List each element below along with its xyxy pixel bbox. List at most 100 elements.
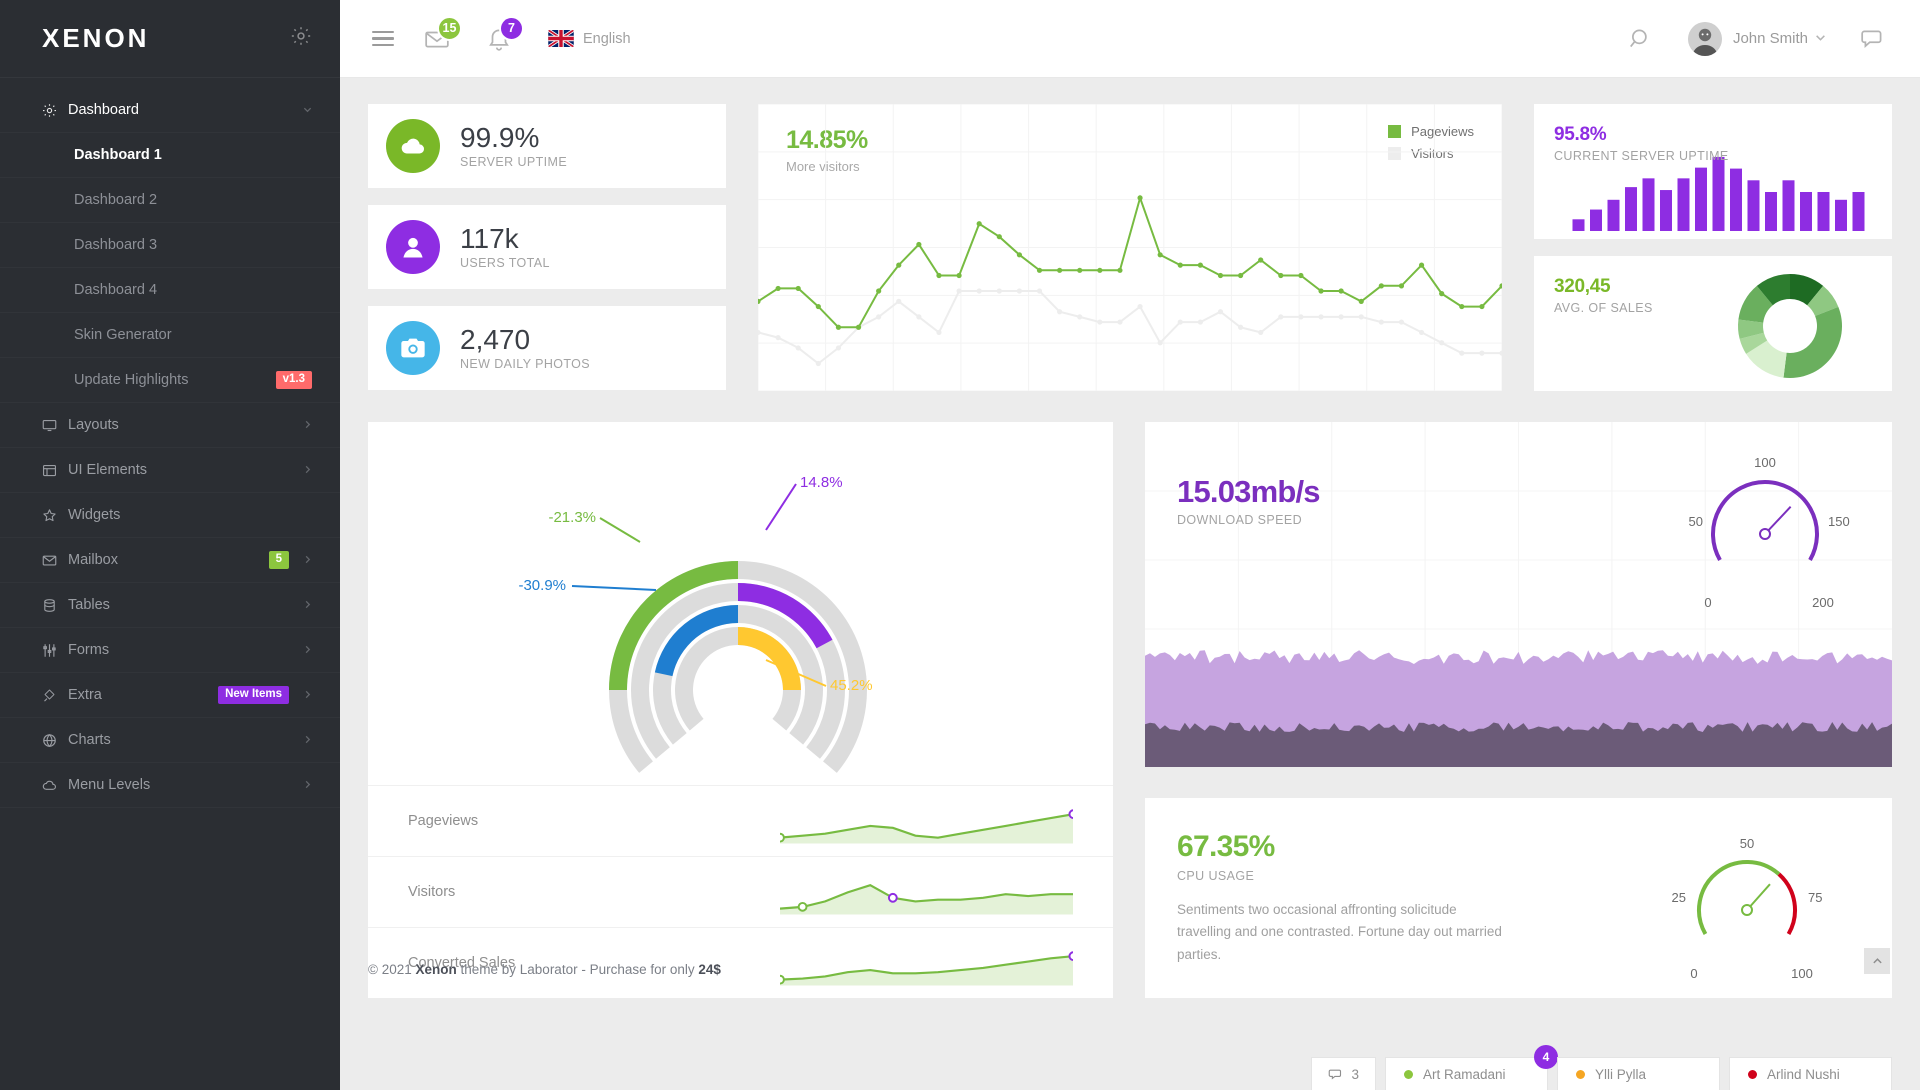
messages-count-badge: 15 xyxy=(437,16,462,41)
star-icon xyxy=(42,508,68,523)
extra-new-items-badge: New Items xyxy=(218,686,289,704)
navbar-right-group: John Smith xyxy=(1628,22,1886,56)
envelope-icon xyxy=(42,553,68,568)
chevron-right-icon xyxy=(303,733,312,747)
footer-brand: Xenon xyxy=(415,962,456,977)
stat-tile-new-daily-photos[interactable]: 2,470 NEW DAILY PHOTOS xyxy=(368,306,726,390)
uk-flag-icon xyxy=(548,30,574,47)
sidebar-subitem-dashboard-1[interactable]: Dashboard 1 xyxy=(0,133,340,178)
svg-text:-21.3%: -21.3% xyxy=(548,509,596,526)
sidebar-item-tables[interactable]: Tables xyxy=(0,583,340,628)
sidebar-item-ui-elements[interactable]: UI Elements xyxy=(0,448,340,493)
dashboard-row-1: 99.9% SERVER UPTIME 117k USERS TOTAL xyxy=(368,104,1892,391)
window-icon xyxy=(42,463,68,478)
sidebar-item-menu-levels[interactable]: Menu Levels xyxy=(0,763,340,808)
footer-middle: theme by Laborator - Purchase for only xyxy=(457,962,699,977)
avg-sales-card[interactable]: 320,45 AVG. OF SALES xyxy=(1534,256,1892,391)
spark-row-pageviews[interactable]: Pageviews xyxy=(368,785,1113,856)
language-selector[interactable]: English xyxy=(548,30,631,47)
spark-label: Pageviews xyxy=(408,813,780,829)
performance-column: 15.03mb/s DOWNLOAD SPEED 050100150200 67… xyxy=(1145,422,1892,998)
gear-icon xyxy=(42,103,68,118)
svg-text:25: 25 xyxy=(1672,890,1686,905)
spark-label: Visitors xyxy=(408,884,780,900)
notifications-count-badge: 7 xyxy=(499,16,524,41)
stat-tile-server-uptime[interactable]: 99.9% SERVER UPTIME xyxy=(368,104,726,188)
user-name-label: John Smith xyxy=(1733,30,1808,47)
stat-value: 2,470 xyxy=(460,325,590,354)
database-icon xyxy=(42,598,68,613)
chevron-right-icon xyxy=(303,643,312,657)
stat-tiles-column: 99.9% SERVER UPTIME 117k USERS TOTAL xyxy=(368,104,726,391)
chat-count: 3 xyxy=(1351,1067,1359,1082)
download-speed-card[interactable]: 15.03mb/s DOWNLOAD SPEED 050100150200 xyxy=(1145,422,1892,767)
sidebar-item-label: Extra xyxy=(68,687,218,703)
sidebar-item-label: Charts xyxy=(68,732,303,748)
stat-tile-users-total[interactable]: 117k USERS TOTAL xyxy=(368,205,726,289)
stat-label: SERVER UPTIME xyxy=(460,155,567,169)
chevron-right-icon xyxy=(303,778,312,792)
notifications-button[interactable]: 7 xyxy=(486,26,512,52)
cloud-icon xyxy=(386,119,440,173)
chevron-up-icon xyxy=(1872,956,1883,967)
sidebar-subitem-label: Dashboard 1 xyxy=(74,147,312,163)
stat-label: USERS TOTAL xyxy=(460,256,550,270)
sidebar-item-label: Mailbox xyxy=(68,552,269,568)
messages-button[interactable]: 15 xyxy=(424,26,450,52)
kite-icon xyxy=(42,688,68,703)
sidebar-subitem-dashboard-4[interactable]: Dashboard 4 xyxy=(0,268,340,313)
hamburger-icon xyxy=(372,27,394,51)
sidebar-toggle-button[interactable] xyxy=(372,27,394,51)
sidebar-nav: Dashboard Dashboard 1 Dashboard 2 Dashbo… xyxy=(0,78,340,808)
top-navbar: 15 7 English xyxy=(340,0,1920,78)
sidebar-subitem-update-highlights[interactable]: Update Highlights v1.3 xyxy=(0,358,340,403)
sidebar-item-forms[interactable]: Forms xyxy=(0,628,340,673)
sliders-icon xyxy=(42,643,68,658)
sidebar-item-label: Tables xyxy=(68,597,303,613)
sidebar-item-charts[interactable]: Charts xyxy=(0,718,340,763)
stat-value: 99.9% xyxy=(460,123,567,152)
radial-stats-panel: -21.3%14.8%-30.9%45.2% Pageviews Visitor… xyxy=(368,422,1113,998)
sidebar-subitem-dashboard-2[interactable]: Dashboard 2 xyxy=(0,178,340,223)
svg-text:50: 50 xyxy=(1689,514,1703,529)
stat-value: 117k xyxy=(460,224,550,253)
server-uptime-card[interactable]: 95.8% CURRENT SERVER UPTIME xyxy=(1534,104,1892,239)
chevron-right-icon xyxy=(303,598,312,612)
status-dot xyxy=(1748,1070,1757,1079)
chat-contact-ylli-pylla[interactable]: Ylli Pylla xyxy=(1557,1057,1720,1090)
mailbox-count-badge: 5 xyxy=(269,551,289,569)
user-menu[interactable]: John Smith xyxy=(1688,22,1826,56)
sidebar-item-dashboard[interactable]: Dashboard xyxy=(0,88,340,133)
svg-text:50: 50 xyxy=(1740,836,1754,851)
svg-text:0: 0 xyxy=(1704,595,1711,610)
chat-contact-arlind-nushi[interactable]: Arlind Nushi xyxy=(1729,1057,1892,1090)
chat-bubble-icon xyxy=(1328,1067,1343,1082)
camera-icon xyxy=(386,321,440,375)
visitors-chart-canvas xyxy=(758,104,1502,391)
uptime-value: 95.8% xyxy=(1554,124,1892,146)
sidebar-subitem-skin-generator[interactable]: Skin Generator xyxy=(0,313,340,358)
chat-contact-art-ramadani[interactable]: Art Ramadani 4 xyxy=(1385,1057,1548,1090)
sidebar-item-label: Menu Levels xyxy=(68,777,303,793)
chat-count-tab[interactable]: 3 xyxy=(1311,1057,1376,1090)
sidebar-item-layouts[interactable]: Layouts xyxy=(0,403,340,448)
download-label: DOWNLOAD SPEED xyxy=(1177,513,1320,527)
scroll-to-top-button[interactable] xyxy=(1864,948,1890,974)
sidebar-item-widgets[interactable]: Widgets xyxy=(0,493,340,538)
monitor-icon xyxy=(42,418,68,433)
chevron-right-icon xyxy=(303,688,312,702)
spark-row-visitors[interactable]: Visitors xyxy=(368,856,1113,927)
sidebar-subitem-dashboard-3[interactable]: Dashboard 3 xyxy=(0,223,340,268)
chevron-right-icon xyxy=(303,553,312,567)
cloud-icon xyxy=(42,778,68,793)
chevron-right-icon xyxy=(303,418,312,432)
chat-bubble-icon[interactable] xyxy=(1860,26,1886,52)
search-icon[interactable] xyxy=(1628,26,1654,52)
footer-prefix: © 2021 xyxy=(368,962,415,977)
sidebar-item-label: Dashboard xyxy=(68,102,303,118)
status-dot xyxy=(1576,1070,1585,1079)
gear-icon[interactable] xyxy=(290,25,312,52)
sidebar-item-mailbox[interactable]: Mailbox 5 xyxy=(0,538,340,583)
version-badge: v1.3 xyxy=(276,371,312,389)
sidebar-item-extra[interactable]: Extra New Items xyxy=(0,673,340,718)
